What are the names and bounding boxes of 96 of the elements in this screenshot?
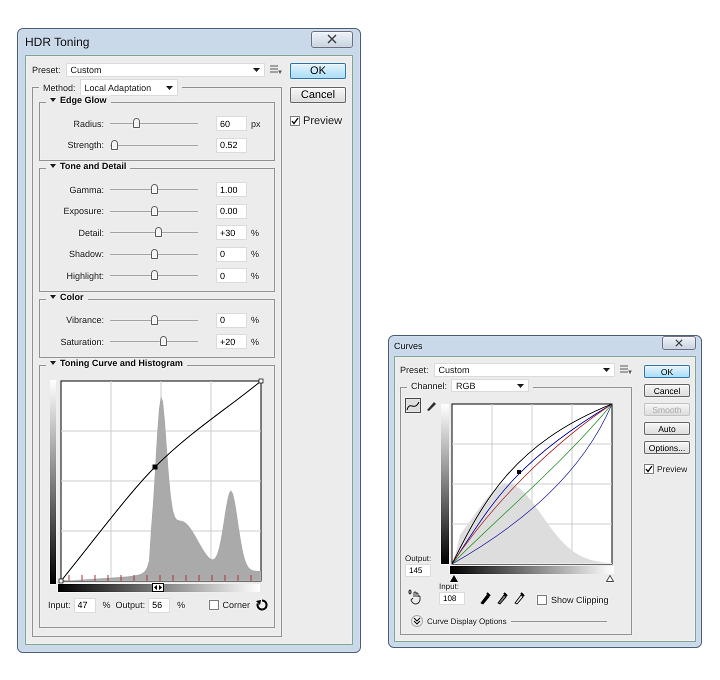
- unit-label: %: [251, 228, 260, 238]
- value-field[interactable]: 0: [216, 268, 247, 284]
- disclosure-triangle-icon[interactable]: [50, 294, 56, 300]
- input-label: Input:: [439, 582, 460, 591]
- slider-thumb[interactable]: [151, 314, 158, 325]
- value-field[interactable]: 0: [216, 246, 247, 262]
- slider-thumb[interactable]: [160, 336, 167, 346]
- reset-icon[interactable]: [256, 599, 268, 611]
- slider-thumb[interactable]: [133, 118, 140, 128]
- caret-icon: [517, 384, 524, 388]
- eyedropper-icon[interactable]: [513, 591, 525, 605]
- slider-thumb[interactable]: [151, 248, 158, 259]
- slider-thumb[interactable]: [151, 206, 158, 216]
- slider-thumb[interactable]: [111, 140, 118, 150]
- window-title: Curves: [394, 341, 423, 351]
- range-handle-icon[interactable]: [152, 582, 164, 592]
- curves-graph[interactable]: [450, 402, 614, 566]
- dialog-button[interactable]: Cancel: [644, 384, 690, 397]
- close-icon: [675, 339, 683, 347]
- value-field[interactable]: 0.52: [216, 138, 247, 153]
- slider-label: Radius:: [72, 118, 104, 129]
- preset-menu-icon[interactable]: [270, 65, 282, 75]
- preview-label: Preview: [303, 115, 342, 127]
- preset-label: Preset:: [32, 65, 61, 75]
- slider-label: Highlight:: [65, 270, 104, 281]
- section-title: Color: [60, 292, 84, 302]
- disclosure-triangle-icon[interactable]: [50, 97, 56, 103]
- method-dropdown[interactable]: Local Adaptation: [80, 79, 178, 96]
- slider-label: Vibrance:: [65, 315, 104, 326]
- unit-label: %: [251, 249, 260, 260]
- input-field[interactable]: 108: [439, 592, 465, 605]
- value-field[interactable]: +30: [216, 225, 247, 240]
- slider-label: Exposure:: [62, 206, 104, 216]
- show-clipping-checkbox[interactable]: [537, 595, 547, 605]
- curve-display-options-label: Curve Display Options: [427, 616, 507, 626]
- slider-label: Shadow:: [68, 249, 104, 260]
- unit-label: %: [251, 315, 260, 326]
- dialog-button[interactable]: Auto: [644, 422, 690, 435]
- caret-icon: [166, 86, 173, 90]
- input-label: Input:: [48, 600, 71, 610]
- close-button[interactable]: [662, 336, 696, 350]
- preset-menu-icon[interactable]: [620, 365, 632, 375]
- output-field[interactable]: 145: [405, 564, 431, 577]
- value-field[interactable]: 1.00: [216, 182, 247, 198]
- input-field[interactable]: 47: [74, 598, 96, 612]
- channel-dropdown[interactable]: RGB: [451, 379, 530, 392]
- unit-label: px: [251, 118, 261, 129]
- preview-label: Preview: [657, 464, 688, 474]
- method-label: Method:: [43, 82, 76, 92]
- channel-label: Channel:: [411, 380, 448, 390]
- eyedropper-icon[interactable]: [479, 591, 491, 605]
- value-field[interactable]: 60: [216, 116, 247, 132]
- corner-label: Corner: [222, 600, 250, 610]
- value-field[interactable]: +20: [216, 334, 247, 350]
- disclosure-triangle-icon[interactable]: [50, 163, 56, 169]
- preset-label: Preset:: [400, 365, 429, 375]
- caret-icon: [603, 368, 610, 372]
- section-title: Tone and Detail: [60, 161, 126, 171]
- preview-checkbox[interactable]: [644, 464, 654, 474]
- show-clipping-label: Show Clipping: [551, 595, 609, 605]
- slider-thumb[interactable]: [155, 227, 162, 238]
- dialog-button[interactable]: Options...: [644, 441, 690, 454]
- preset-dropdown[interactable]: Custom: [66, 63, 265, 77]
- close-icon: [327, 34, 337, 44]
- close-button[interactable]: [311, 30, 353, 48]
- preview-checkbox[interactable]: [290, 116, 300, 126]
- section-title: Edge Glow: [60, 95, 107, 105]
- slider-label: Detail:: [77, 228, 104, 238]
- corner-checkbox[interactable]: [209, 600, 220, 610]
- output-label: Output:: [405, 554, 432, 563]
- dialog-button[interactable]: OK: [290, 63, 346, 79]
- slider-thumb[interactable]: [151, 270, 158, 280]
- caret-icon: [253, 68, 260, 72]
- preset-dropdown[interactable]: Custom: [434, 363, 615, 377]
- slider-label: Saturation:: [59, 336, 104, 347]
- output-field[interactable]: 56: [148, 598, 170, 612]
- dialog-button[interactable]: Cancel: [290, 87, 346, 103]
- value-field[interactable]: 0.00: [216, 204, 247, 219]
- window-title: HDR Toning: [25, 35, 90, 49]
- curve-tool-button[interactable]: [405, 398, 421, 413]
- expand-button[interactable]: [411, 615, 423, 627]
- output-label: Output:: [116, 600, 146, 610]
- unit-label: %: [251, 270, 260, 281]
- value-field[interactable]: 0: [216, 312, 247, 328]
- unit-label: %: [102, 600, 111, 610]
- eyedropper-icon[interactable]: [496, 591, 508, 605]
- hand-icon[interactable]: [407, 589, 423, 605]
- unit-label: %: [251, 336, 260, 347]
- slider-label: Gamma:: [68, 184, 104, 195]
- disclosure-triangle-icon[interactable]: [50, 360, 56, 366]
- section-title: Toning Curve and Histogram: [60, 358, 183, 368]
- unit-label: %: [177, 600, 186, 610]
- slider-thumb[interactable]: [151, 184, 158, 194]
- slider-label: Strength:: [66, 140, 104, 150]
- toning-curve-graph[interactable]: [58, 378, 264, 584]
- dialog-button[interactable]: OK: [644, 365, 690, 378]
